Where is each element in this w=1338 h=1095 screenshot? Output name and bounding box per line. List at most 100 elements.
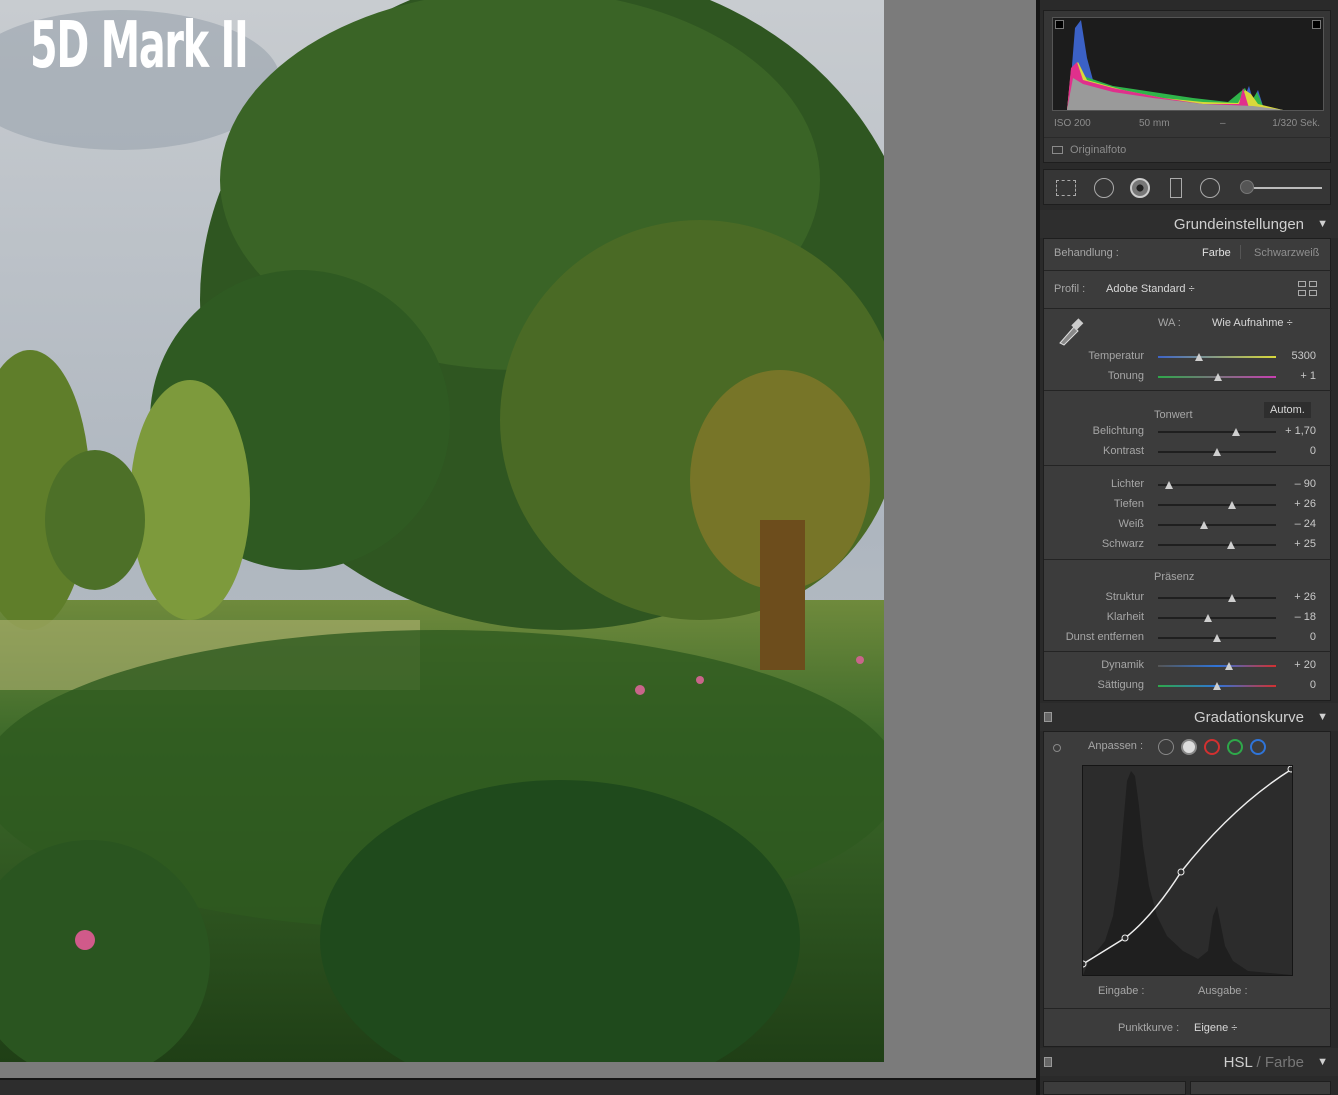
highlight-clipping-toggle[interactable]	[1312, 20, 1321, 29]
filmstrip-bar	[0, 1078, 1036, 1095]
wb-select[interactable]: Wie Aufnahme ÷	[1212, 317, 1293, 329]
green-channel-icon[interactable]	[1227, 739, 1243, 755]
slider-value-wei[interactable]: – 24	[1295, 518, 1316, 530]
slider-value-tonung[interactable]: + 1	[1300, 370, 1316, 382]
slider-knob-schwarz[interactable]	[1227, 541, 1236, 549]
wb-label: WA :	[1158, 317, 1181, 329]
shadow-clipping-toggle[interactable]	[1055, 20, 1064, 29]
slider-temperatur[interactable]	[1158, 353, 1276, 361]
parametric-curve-icon[interactable]	[1158, 739, 1174, 755]
collapse-triangle-icon[interactable]: ▼	[1317, 1056, 1328, 1068]
slider-dunstentfernen[interactable]	[1158, 634, 1276, 642]
graduated-filter-icon[interactable]	[1170, 178, 1182, 198]
slider-label-sttigung: Sättigung	[1097, 679, 1144, 691]
slider-lichter[interactable]	[1158, 481, 1276, 489]
original-photo-checkbox[interactable]	[1052, 146, 1063, 154]
slider-wei[interactable]	[1158, 521, 1276, 529]
slider-knob-lichter[interactable]	[1164, 481, 1173, 489]
color-tab[interactable]: Farbe	[1265, 1054, 1304, 1071]
tone-curve-graph[interactable]	[1079, 765, 1295, 976]
slider-tonung[interactable]	[1158, 373, 1276, 381]
slider-label-wei: Weiß	[1118, 518, 1144, 530]
slider-knob-belichtung[interactable]	[1231, 428, 1240, 436]
point-curve-label: Punktkurve :	[1118, 1022, 1180, 1034]
slider-dynamik[interactable]	[1158, 662, 1276, 670]
slider-knob-wei[interactable]	[1200, 521, 1209, 529]
exif-focal-length: 50 mm	[1139, 118, 1170, 129]
slider-value-klarheit[interactable]: – 18	[1295, 611, 1316, 623]
point-curve-select[interactable]: Eigene ÷	[1194, 1022, 1237, 1034]
slider-knob-sttigung[interactable]	[1213, 682, 1221, 690]
histogram-panel: ISO 200 50 mm – 1/320 Sek. Originalfoto	[1043, 10, 1332, 163]
slider-label-dynamik: Dynamik	[1101, 659, 1144, 671]
slider-label-klarheit: Klarheit	[1106, 611, 1144, 623]
slider-knob-struktur[interactable]	[1228, 594, 1237, 602]
slider-value-dynamik[interactable]: + 20	[1294, 659, 1316, 671]
slider-value-belichtung[interactable]: + 1,70	[1285, 425, 1316, 437]
slider-value-struktur[interactable]: + 26	[1294, 591, 1316, 603]
spot-removal-icon[interactable]	[1094, 178, 1114, 198]
develop-right-panel: ISO 200 50 mm – 1/320 Sek. Originalfoto …	[1040, 0, 1338, 1095]
histogram-graph[interactable]	[1052, 17, 1324, 111]
redeye-icon[interactable]	[1130, 178, 1150, 198]
auto-tone-button[interactable]: Autom.	[1264, 402, 1311, 418]
slider-tiefen[interactable]	[1158, 501, 1276, 509]
original-photo-label: Originalfoto	[1070, 144, 1127, 156]
targeted-adjustment-icon[interactable]	[1053, 744, 1061, 752]
slider-value-sttigung[interactable]: 0	[1310, 679, 1316, 691]
curve-panel-toggle[interactable]	[1044, 712, 1052, 722]
slider-knob-klarheit[interactable]	[1203, 614, 1212, 622]
hsl-tab[interactable]: HSL	[1224, 1054, 1253, 1071]
slider-value-tiefen[interactable]: + 26	[1294, 498, 1316, 510]
curve-panel-header[interactable]: Gradationskurve ▼	[1040, 703, 1338, 731]
hsl-subtab-left[interactable]	[1043, 1081, 1186, 1095]
basic-panel-title: Grundeinstellungen	[1173, 216, 1304, 233]
photo-watermark-title: 5D Mark II	[30, 9, 249, 83]
slider-knob-tonung[interactable]	[1214, 373, 1223, 381]
slider-schwarz[interactable]	[1158, 541, 1276, 549]
slider-value-schwarz[interactable]: + 25	[1294, 538, 1316, 550]
slider-belichtung[interactable]	[1158, 428, 1276, 436]
slider-kontrast[interactable]	[1158, 448, 1276, 456]
treatment-bw-button[interactable]: Schwarzweiß	[1254, 247, 1319, 259]
brush-icon[interactable]	[1240, 180, 1254, 194]
basic-panel: Behandlung : Farbe Schwarzweiß Profil : …	[1043, 238, 1332, 701]
slider-sttigung[interactable]	[1158, 682, 1276, 690]
radial-filter-icon[interactable]	[1200, 178, 1220, 198]
collapse-triangle-icon[interactable]: ▼	[1317, 218, 1328, 230]
slider-knob-dunstentfernen[interactable]	[1213, 634, 1221, 642]
blue-channel-icon[interactable]	[1250, 739, 1266, 755]
point-curve-rgb-icon[interactable]	[1181, 739, 1197, 755]
slider-label-tonung: Tonung	[1107, 370, 1144, 382]
photo-preview[interactable]: 5D Mark II	[0, 0, 884, 1062]
red-channel-icon[interactable]	[1204, 739, 1220, 755]
brush-size-slider[interactable]	[1254, 187, 1322, 189]
tool-strip	[1043, 169, 1331, 205]
crop-tool-icon[interactable]	[1056, 180, 1076, 196]
hsl-subtab-right[interactable]	[1190, 1081, 1331, 1095]
hsl-panel-toggle[interactable]	[1044, 1057, 1052, 1067]
slider-knob-temperatur[interactable]	[1195, 353, 1204, 361]
slider-value-temperatur[interactable]: 5300	[1292, 350, 1316, 362]
slider-value-kontrast[interactable]: 0	[1310, 445, 1316, 457]
slider-klarheit[interactable]	[1158, 614, 1276, 622]
treatment-color-button[interactable]: Farbe	[1202, 247, 1231, 259]
slider-knob-tiefen[interactable]	[1228, 501, 1237, 509]
slider-label-dunstentfernen: Dunst entfernen	[1065, 631, 1144, 643]
slider-knob-dynamik[interactable]	[1224, 662, 1233, 670]
hsl-panel-header[interactable]: HSL / Farbe ▼	[1040, 1048, 1338, 1076]
slider-knob-kontrast[interactable]	[1213, 448, 1221, 456]
slider-struktur[interactable]	[1158, 594, 1276, 602]
profile-select[interactable]: Adobe Standard ÷	[1106, 283, 1195, 295]
exif-iso: ISO 200	[1054, 118, 1091, 129]
landscape-photo	[0, 0, 884, 1062]
white-balance-eyedropper-icon[interactable]	[1056, 315, 1084, 347]
curve-panel: Anpassen : Eingabe : Ausgabe : Punktkurv…	[1043, 731, 1332, 1047]
slider-label-belichtung: Belichtung	[1092, 425, 1144, 437]
collapse-triangle-icon[interactable]: ▼	[1317, 711, 1328, 723]
slider-value-dunstentfernen[interactable]: 0	[1310, 631, 1316, 643]
exif-shutter: 1/320 Sek.	[1272, 118, 1320, 129]
basic-panel-header[interactable]: Grundeinstellungen ▼	[1040, 210, 1338, 238]
profile-browser-grid-icon[interactable]	[1298, 281, 1318, 297]
slider-value-lichter[interactable]: – 90	[1295, 478, 1316, 490]
